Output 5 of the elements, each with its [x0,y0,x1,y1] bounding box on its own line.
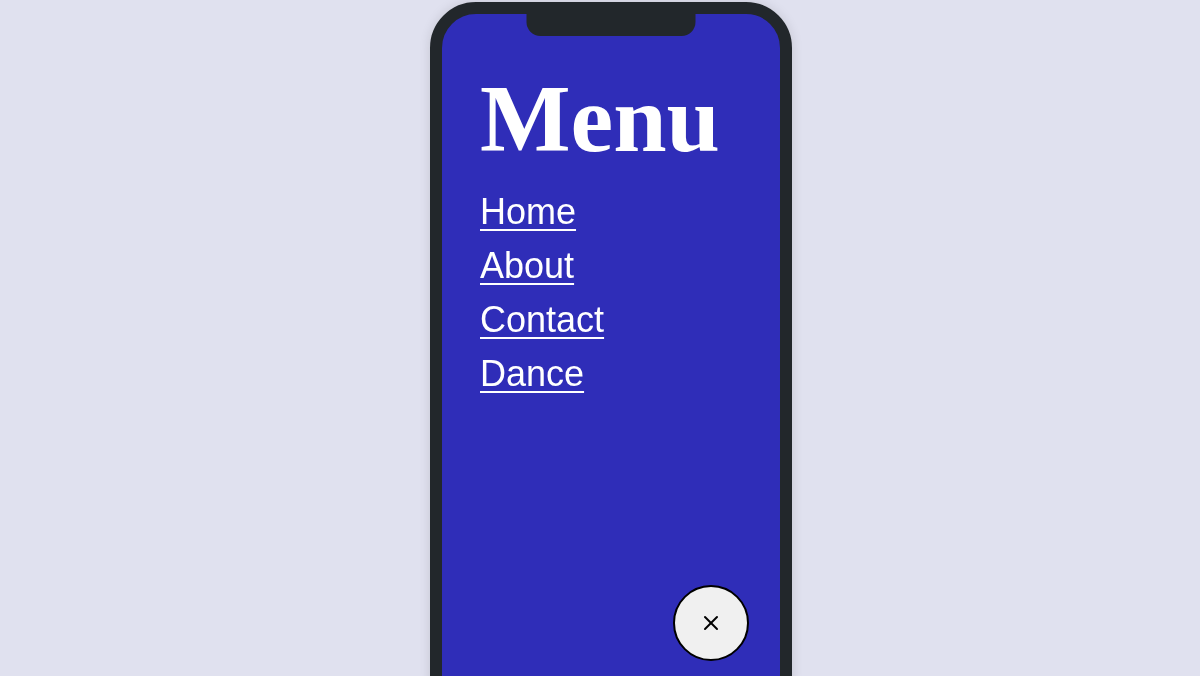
menu-link[interactable]: Home [480,185,577,239]
menu-link[interactable]: Dance [480,347,585,401]
menu-link[interactable]: About [480,239,575,293]
menu-title: Menu [480,71,720,167]
menu-link[interactable]: Contact [480,293,605,347]
